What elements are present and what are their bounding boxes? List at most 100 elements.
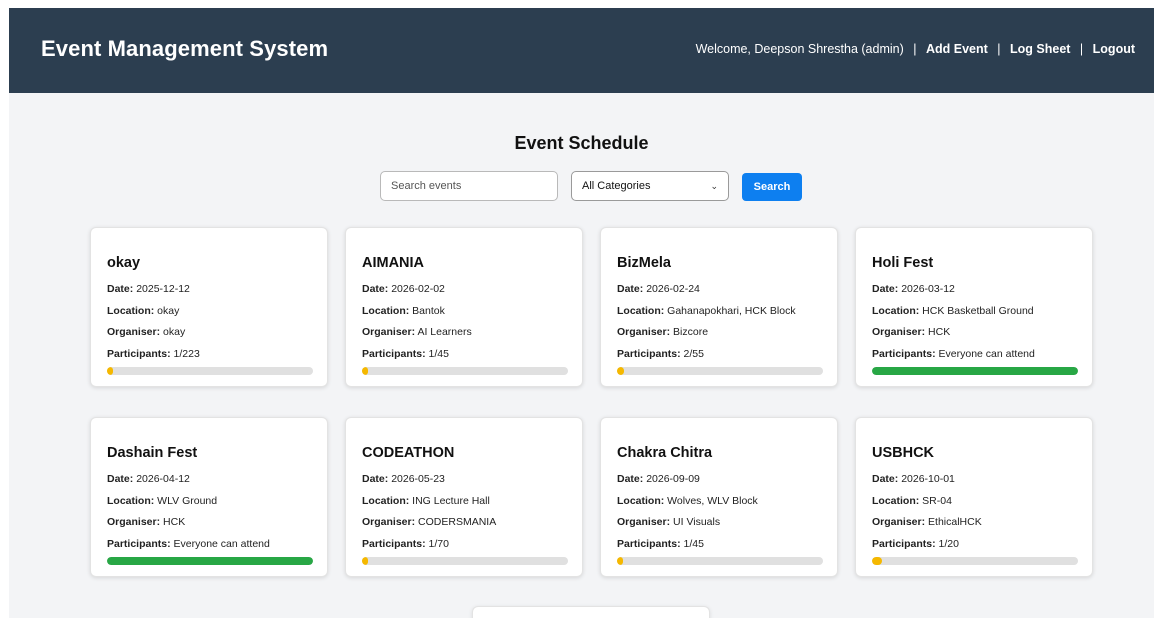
logout-link[interactable]: Logout <box>1093 42 1135 56</box>
event-title: USBHCK <box>872 445 935 461</box>
organiser-value: EthicalHCK <box>928 516 982 528</box>
event-location: Location: ING Lecture Hall <box>362 495 490 507</box>
event-location: Location: Gahanapokhari, HCK Block <box>617 305 796 317</box>
progress-fill <box>617 367 625 375</box>
organiser-value: okay <box>163 326 186 338</box>
nav-separator: | <box>997 42 1001 56</box>
date-value: 2025-12-12 <box>136 283 190 295</box>
date-value: 2026-03-12 <box>901 283 955 295</box>
welcome-text: Welcome, Deepson Shrestha (admin) <box>695 42 904 56</box>
event-card: Chakra Chitra Date: 2026-09-09 Location: W… <box>600 417 838 577</box>
participants-progress-bar <box>107 557 313 565</box>
event-card: Holi Fest Date: 2026-03-12 Location: HCK B… <box>855 227 1093 387</box>
date-value: 2026-02-24 <box>646 283 700 295</box>
participants-label: Participants: <box>872 538 936 550</box>
organiser-value: HCK <box>928 326 951 338</box>
search-button[interactable]: Search <box>742 173 802 201</box>
participants-label: Participants: <box>107 348 171 360</box>
location-label: Location: <box>107 305 155 317</box>
date-label: Date: <box>107 283 134 295</box>
location-value: Bantok <box>412 305 445 317</box>
location-value: Wolves, WLV Block <box>667 495 758 507</box>
date-value: 2026-05-23 <box>391 473 445 485</box>
event-organiser: Organiser: Bizcore <box>617 326 708 338</box>
organiser-label: Organiser: <box>107 516 161 528</box>
event-date: Date: 2025-12-12 <box>107 283 190 295</box>
location-label: Location: <box>617 495 665 507</box>
event-card: AIMANIA Date: 2026-02-02 Location: Bantok O… <box>345 227 583 387</box>
page-title: Event Schedule <box>514 133 649 153</box>
event-date: Date: 2026-03-12 <box>872 283 955 295</box>
progress-fill <box>872 557 883 565</box>
date-label: Date: <box>872 473 899 485</box>
date-value: 2026-04-12 <box>136 473 190 485</box>
organiser-value: AI Learners <box>417 326 472 338</box>
event-card: USBHCK Date: 2026-10-01 Location: SR-04 Org… <box>855 417 1093 577</box>
date-label: Date: <box>617 283 644 295</box>
event-title: AIMANIA <box>362 255 425 271</box>
event-location: Location: SR-04 <box>872 495 952 507</box>
participants-value: 1/223 <box>173 348 200 360</box>
log-sheet-link[interactable]: Log Sheet <box>1010 42 1070 56</box>
event-date: Date: 2026-10-01 <box>872 473 955 485</box>
search-input[interactable] <box>380 171 558 201</box>
location-label: Location: <box>872 495 920 507</box>
participants-label: Participants: <box>362 348 426 360</box>
event-participants: Participants: 1/45 <box>617 538 704 550</box>
progress-fill <box>362 367 369 375</box>
event-organiser: Organiser: HCK <box>872 326 950 338</box>
participants-value: Everyone can attend <box>173 538 270 550</box>
participants-progress-bar <box>872 557 1078 565</box>
event-title: Dashain Fest <box>107 445 198 461</box>
participants-value: Everyone can attend <box>938 348 1035 360</box>
event-title: Chakra Chitra <box>617 445 713 461</box>
top-navbar: Event Management System Welcome, Deepson… <box>9 8 1154 93</box>
progress-fill <box>107 557 313 565</box>
participants-value: 1/70 <box>428 538 449 550</box>
date-label: Date: <box>362 283 389 295</box>
location-value: SR-04 <box>922 495 952 507</box>
event-date: Date: 2026-05-23 <box>362 473 445 485</box>
organiser-label: Organiser: <box>617 326 671 338</box>
location-value: okay <box>157 305 180 317</box>
event-card: Dashain Fest Date: 2026-04-12 Location: WL… <box>90 417 328 577</box>
organiser-label: Organiser: <box>362 326 416 338</box>
add-event-link[interactable]: Add Event <box>926 42 988 56</box>
organiser-value: HCK <box>163 516 186 528</box>
participants-label: Participants: <box>107 538 171 550</box>
organiser-label: Organiser: <box>362 516 416 528</box>
event-date: Date: 2026-02-02 <box>362 283 445 295</box>
chevron-down-icon: ⌄ <box>710 180 718 191</box>
category-select[interactable]: All Categories ⌄ <box>571 171 729 201</box>
participants-value: 1/20 <box>938 538 959 550</box>
participants-label: Participants: <box>362 538 426 550</box>
organiser-label: Organiser: <box>872 326 926 338</box>
event-organiser: Organiser: HCK <box>107 516 185 528</box>
event-participants: Participants: 1/70 <box>362 538 449 550</box>
location-value: WLV Ground <box>157 495 218 507</box>
event-participants: Participants: 1/223 <box>107 348 200 360</box>
organiser-label: Organiser: <box>617 516 671 528</box>
participants-value: 2/55 <box>683 348 704 360</box>
event-card: CODEATHON Date: 2026-05-23 Location: ING L… <box>345 417 583 577</box>
nav-separator: | <box>913 42 917 56</box>
organiser-value: UI Visuals <box>673 516 721 528</box>
event-title: CODEATHON <box>362 445 455 461</box>
event-title: BizMela <box>617 255 671 271</box>
participants-label: Participants: <box>617 538 681 550</box>
progress-fill <box>362 557 369 565</box>
location-label: Location: <box>872 305 920 317</box>
date-value: 2026-09-09 <box>646 473 700 485</box>
participants-progress-bar <box>617 367 823 375</box>
event-organiser: Organiser: okay <box>107 326 185 338</box>
event-location: Location: Bantok <box>362 305 445 317</box>
event-title: Holi Fest <box>872 255 934 271</box>
event-participants: Participants: Everyone can attend <box>872 348 1035 360</box>
location-label: Location: <box>617 305 665 317</box>
location-label: Location: <box>107 495 155 507</box>
participants-label: Participants: <box>617 348 681 360</box>
event-card <box>472 606 710 618</box>
progress-fill <box>107 367 114 375</box>
event-location: Location: HCK Basketball Ground <box>872 305 1034 317</box>
event-participants: Participants: Everyone can attend <box>107 538 270 550</box>
